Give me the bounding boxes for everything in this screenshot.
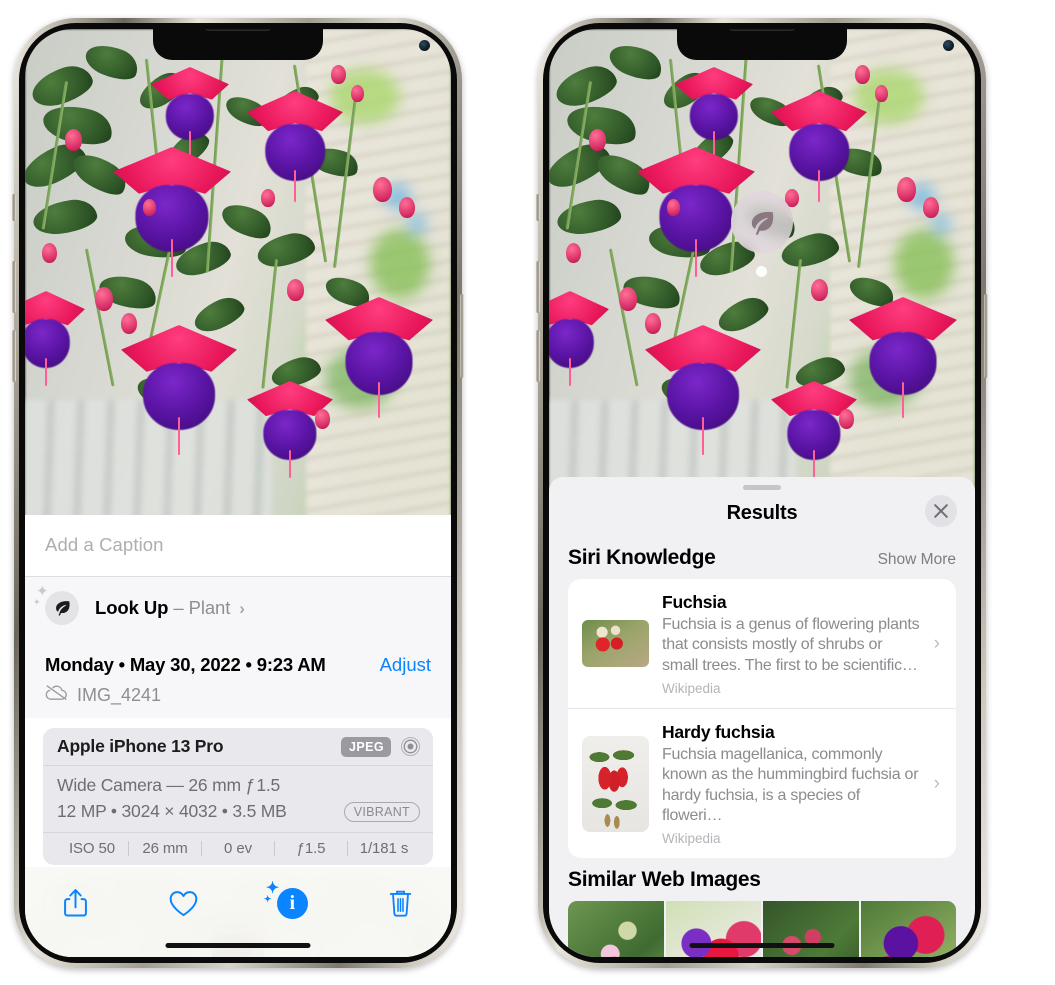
exif-ev: 0 ev (224, 840, 252, 857)
exif-iso: ISO 50 (68, 840, 116, 857)
web-image-2[interactable] (665, 901, 761, 957)
similar-web-images-title: Similar Web Images (568, 868, 761, 892)
chevron-right-icon: › (933, 632, 940, 654)
chevron-right-icon: › (239, 598, 245, 618)
earpiece-speaker (205, 29, 271, 31)
knowledge-source: Wikipedia (662, 680, 721, 696)
list-item[interactable]: Hardy fuchsia Fuchsia magellanica, commo… (568, 707, 956, 858)
exif-shutter: 1/181 s (359, 840, 409, 857)
mute-switch[interactable] (536, 194, 540, 221)
exif-card[interactable]: Apple iPhone 13 Pro JPEG Wide Camera — 2… (43, 728, 433, 865)
front-camera (419, 40, 430, 51)
power-button[interactable] (984, 294, 988, 378)
chevron-right-icon: › (933, 773, 940, 795)
close-icon[interactable] (925, 495, 957, 527)
share-icon[interactable] (53, 883, 97, 923)
web-image-1[interactable] (568, 901, 664, 957)
notch (153, 29, 323, 60)
power-button[interactable] (460, 294, 464, 378)
look-up-label: Look Up – Plant › (95, 596, 245, 618)
knowledge-thumbnail (582, 736, 649, 833)
left-iphone: Add a Caption ✦ ✦ Look Up – Plant › Mond… (12, 18, 464, 968)
format-badge: JPEG (341, 736, 391, 757)
volume-up-button[interactable] (12, 261, 16, 313)
right-iphone: Results Siri Knowledge Show More Fuchsia… (536, 18, 988, 968)
lens-info: Wide Camera — 26 mm ƒ 1.5 (57, 775, 281, 795)
earpiece-speaker (729, 29, 795, 31)
web-image-3[interactable] (763, 901, 859, 957)
knowledge-title: Fuchsia (662, 592, 727, 612)
exif-stats-row: ISO 50 26 mm 0 ev ƒ1.5 1/181 s (43, 833, 433, 865)
sparkle-small-icon: ✦ (33, 596, 41, 607)
info-icon[interactable]: ✦ ✦ i (264, 880, 314, 923)
exif-focal: 26 mm (142, 840, 188, 857)
home-indicator[interactable] (689, 943, 835, 948)
volume-down-button[interactable] (536, 330, 540, 382)
web-image-4[interactable] (860, 901, 956, 957)
left-screen: Add a Caption ✦ ✦ Look Up – Plant › Mond… (25, 29, 451, 957)
notch (677, 29, 847, 60)
results-title: Results (726, 501, 798, 524)
exif-aperture: ƒ1.5 (296, 840, 326, 857)
visual-lookup-anchor-dot (756, 266, 767, 277)
siri-knowledge-card: Fuchsia Fuchsia is a genus of flowering … (568, 579, 956, 859)
show-more-button[interactable]: Show More (878, 551, 956, 569)
knowledge-source: Wikipedia (662, 831, 721, 847)
list-item[interactable]: Fuchsia Fuchsia is a genus of flowering … (568, 579, 956, 708)
home-indicator[interactable] (165, 943, 311, 948)
leaf-icon: ✦ ✦ (33, 584, 79, 625)
volume-down-button[interactable] (12, 330, 16, 382)
caption-placeholder: Add a Caption (45, 534, 164, 555)
aperture-icon (400, 736, 421, 757)
photo-style-badge: VIBRANT (343, 802, 420, 822)
adjust-button[interactable]: Adjust (380, 654, 431, 676)
siri-knowledge-title: Siri Knowledge (568, 546, 716, 569)
sparkle-small-icon: ✦ (263, 893, 272, 904)
cloud-slash-icon (45, 684, 68, 706)
siri-knowledge-header: Siri Knowledge Show More (549, 536, 975, 579)
front-camera (943, 40, 954, 51)
trash-icon[interactable] (379, 883, 423, 923)
knowledge-description: Fuchsia magellanica, commonly known as t… (662, 745, 919, 824)
visual-lookup-leaf-badge[interactable] (731, 191, 793, 253)
screenshot-stage: Add a Caption ✦ ✦ Look Up – Plant › Mond… (0, 0, 1055, 985)
knowledge-description: Fuchsia is a genus of flowering plants t… (662, 616, 920, 674)
knowledge-thumbnail (582, 620, 649, 668)
right-screen: Results Siri Knowledge Show More Fuchsia… (549, 29, 975, 957)
results-header: Results (549, 490, 975, 536)
similar-web-images-strip (549, 901, 975, 957)
caption-input[interactable]: Add a Caption (25, 514, 451, 577)
look-up-row[interactable]: ✦ ✦ Look Up – Plant › (25, 576, 451, 640)
knowledge-title: Hardy fuchsia (662, 721, 775, 742)
results-sheet: Results Siri Knowledge Show More Fuchsia… (549, 477, 975, 957)
mute-switch[interactable] (12, 194, 16, 221)
photo-info-sheet: Add a Caption ✦ ✦ Look Up – Plant › Mond… (25, 514, 451, 957)
similar-web-images-header: Similar Web Images (549, 858, 975, 901)
photo-filename: IMG_4241 (77, 684, 162, 705)
volume-up-button[interactable] (536, 261, 540, 313)
camera-device-name: Apple iPhone 13 Pro (57, 736, 224, 756)
photo-date: Monday • May 30, 2022 • 9:23 AM (45, 654, 326, 675)
date-block: Monday • May 30, 2022 • 9:23 AM Adjust I… (25, 640, 451, 718)
heart-icon[interactable] (162, 883, 206, 923)
